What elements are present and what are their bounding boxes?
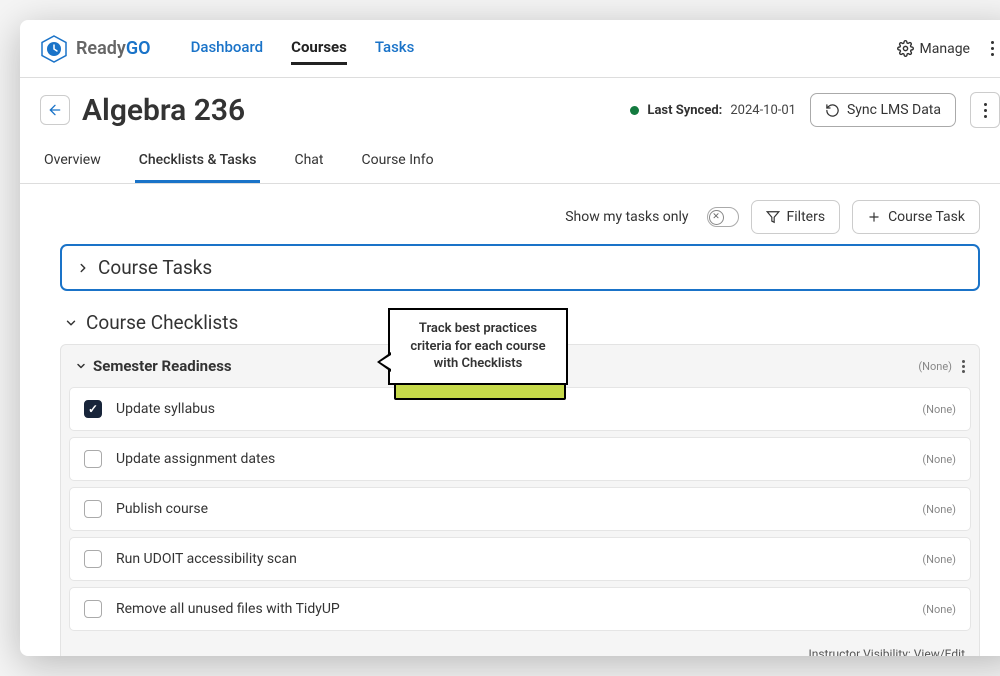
course-tasks-section[interactable]: Course Tasks xyxy=(60,244,980,291)
list-toolbar: Show my tasks only ✕ Filters Course Task xyxy=(20,184,1000,244)
gear-icon xyxy=(897,40,914,57)
refresh-icon xyxy=(825,103,840,118)
item-label: Publish course xyxy=(116,501,208,517)
item-assignee-tag: (None) xyxy=(922,403,956,416)
callout-text: Track best practices criteria for each c… xyxy=(410,321,545,371)
checklist-item[interactable]: Run UDOIT accessibility scan (None) xyxy=(69,537,971,581)
brand-logo[interactable]: ReadyGO xyxy=(40,35,151,63)
tab-overview[interactable]: Overview xyxy=(40,142,105,183)
main-content: Course Tasks Course Checklists Semester … xyxy=(20,244,1000,656)
nav-courses[interactable]: Courses xyxy=(291,32,347,65)
item-assignee-tag: (None) xyxy=(922,453,956,466)
top-bar: ReadyGO Dashboard Courses Tasks Manage xyxy=(20,20,1000,78)
item-checkbox[interactable] xyxy=(84,450,102,468)
item-assignee-tag: (None) xyxy=(922,553,956,566)
group-overflow-menu[interactable] xyxy=(962,360,965,373)
item-assignee-tag: (None) xyxy=(922,503,956,516)
nav-tasks[interactable]: Tasks xyxy=(375,32,415,65)
item-checkbox[interactable] xyxy=(84,600,102,618)
add-course-task-button[interactable]: Course Task xyxy=(852,200,980,234)
item-checkbox[interactable] xyxy=(84,550,102,568)
page-title: Algebra 236 xyxy=(82,93,245,128)
header-overflow-menu[interactable] xyxy=(970,92,1000,128)
filter-icon xyxy=(766,210,780,224)
course-task-label: Course Task xyxy=(888,209,965,225)
sync-label: Last Synced: xyxy=(647,103,722,118)
instructor-visibility: Instructor Visibility: View/Edit xyxy=(61,637,979,656)
item-label: Update syllabus xyxy=(116,401,215,417)
sync-status: Last Synced: 2024-10-01 xyxy=(630,103,796,118)
status-dot-icon xyxy=(630,106,639,115)
plus-icon xyxy=(867,210,881,224)
clock-hex-icon xyxy=(40,35,68,63)
manage-button[interactable]: Manage xyxy=(897,40,970,57)
course-header: Algebra 236 Last Synced: 2024-10-01 Sync… xyxy=(20,78,1000,138)
toggle-knob-icon: ✕ xyxy=(709,210,724,225)
checklist-item[interactable]: Update assignment dates (None) xyxy=(69,437,971,481)
callout-arrow-icon xyxy=(377,352,391,372)
item-checkbox[interactable] xyxy=(84,400,102,418)
show-my-tasks-label: Show my tasks only xyxy=(565,209,688,225)
onboarding-callout: Track best practices criteria for each c… xyxy=(388,308,568,385)
sync-button-label: Sync LMS Data xyxy=(847,102,941,118)
item-label: Update assignment dates xyxy=(116,451,275,467)
primary-nav: Dashboard Courses Tasks xyxy=(191,32,415,65)
checklist-group-title: Semester Readiness xyxy=(93,357,232,375)
course-tasks-title: Course Tasks xyxy=(98,256,212,279)
brand-name: ReadyGO xyxy=(76,38,151,59)
arrow-left-icon xyxy=(47,102,63,118)
chevron-right-icon xyxy=(76,261,90,275)
group-assignee-tag: (None) xyxy=(918,360,952,373)
course-checklists-title: Course Checklists xyxy=(86,311,238,334)
topbar-right: Manage xyxy=(897,40,1000,57)
manage-label: Manage xyxy=(920,41,970,57)
tab-checklists[interactable]: Checklists & Tasks xyxy=(135,142,261,183)
chevron-down-icon xyxy=(64,316,78,330)
app-window: ReadyGO Dashboard Courses Tasks Manage A… xyxy=(20,20,1000,656)
header-right: Last Synced: 2024-10-01 Sync LMS Data xyxy=(630,92,1000,128)
item-assignee-tag: (None) xyxy=(922,603,956,616)
nav-dashboard[interactable]: Dashboard xyxy=(191,32,264,65)
tab-course-info[interactable]: Course Info xyxy=(358,142,438,183)
sync-lms-button[interactable]: Sync LMS Data xyxy=(810,93,956,127)
chevron-down-icon xyxy=(75,360,87,372)
topbar-overflow-menu[interactable] xyxy=(984,41,1000,56)
item-checkbox[interactable] xyxy=(84,500,102,518)
show-my-tasks-toggle[interactable]: ✕ xyxy=(707,207,739,227)
item-label: Remove all unused files with TidyUP xyxy=(116,601,340,617)
filters-button[interactable]: Filters xyxy=(751,200,841,234)
tab-chat[interactable]: Chat xyxy=(290,142,327,183)
sync-date: 2024-10-01 xyxy=(730,103,796,118)
course-subtabs: Overview Checklists & Tasks Chat Course … xyxy=(20,142,1000,184)
filters-label: Filters xyxy=(787,209,826,225)
item-label: Run UDOIT accessibility scan xyxy=(116,551,297,567)
checklist-item[interactable]: Publish course (None) xyxy=(69,487,971,531)
back-button[interactable] xyxy=(40,95,70,125)
checklist-item[interactable]: Remove all unused files with TidyUP (Non… xyxy=(69,587,971,631)
